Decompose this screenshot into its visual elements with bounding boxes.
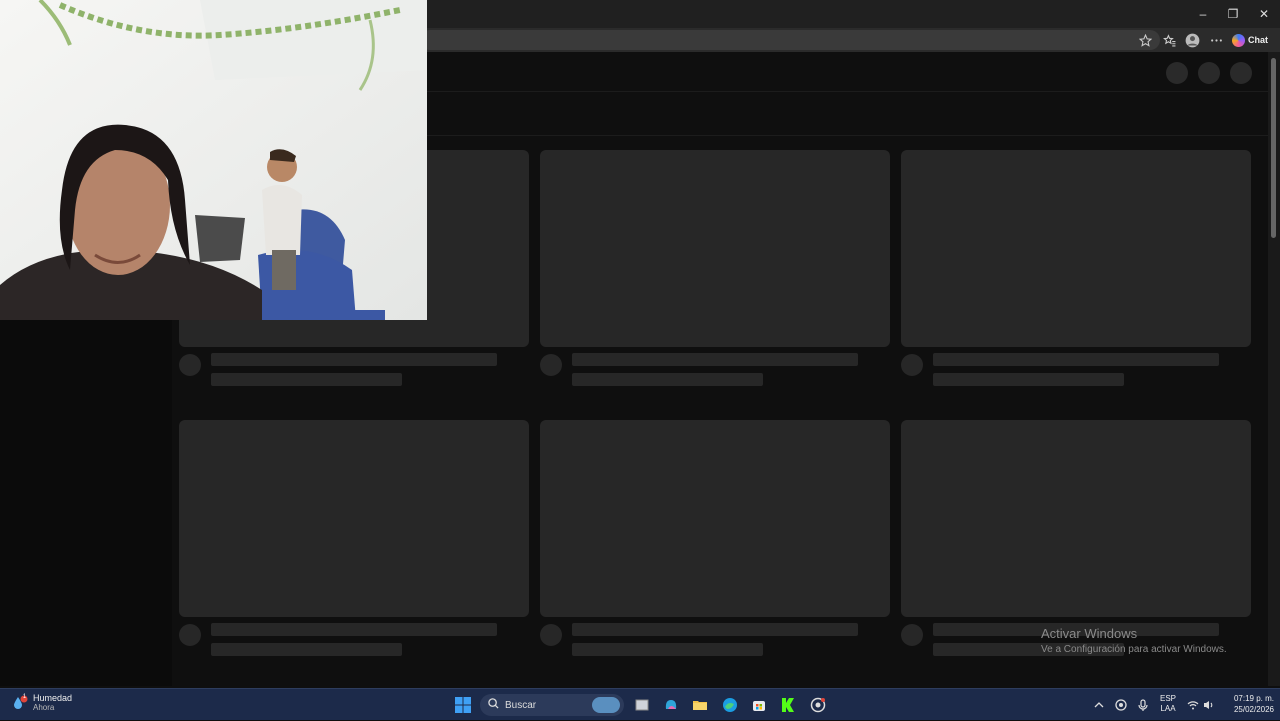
kick-icon[interactable] <box>776 693 800 717</box>
thumbnail-placeholder[interactable] <box>540 420 890 617</box>
copilot-icon <box>1232 33 1245 47</box>
thumbnail-placeholder[interactable] <box>901 150 1251 347</box>
star-icon[interactable] <box>1136 31 1154 49</box>
meta-line-placeholder <box>933 373 1124 386</box>
meta-line-placeholder <box>572 643 763 656</box>
header-button-placeholder[interactable] <box>1166 62 1188 84</box>
task-view-icon[interactable] <box>630 693 654 717</box>
language-indicator[interactable]: ESP LAA <box>1158 694 1178 714</box>
meta-line-placeholder <box>572 373 763 386</box>
favorites-icon[interactable] <box>1160 31 1178 49</box>
scrollbar[interactable] <box>1268 52 1280 686</box>
channel-avatar-placeholder <box>901 624 923 646</box>
watermark-title: Activar Windows <box>1041 626 1138 641</box>
language-bottom: LAA <box>1160 704 1176 713</box>
close-button[interactable]: ✕ <box>1249 0 1279 28</box>
webcam-image <box>0 0 427 320</box>
minimize-button[interactable]: – <box>1188 0 1218 28</box>
copilot-chat-button[interactable]: Chat <box>1232 31 1276 49</box>
volume-icon[interactable] <box>1203 689 1215 721</box>
thumbnail-placeholder[interactable] <box>901 420 1251 617</box>
title-line-placeholder <box>933 353 1219 366</box>
channel-avatar-placeholder <box>540 624 562 646</box>
channel-avatar-placeholder <box>540 354 562 376</box>
microphone-icon[interactable] <box>1138 689 1148 721</box>
language-top: ESP <box>1159 694 1176 703</box>
humidity-icon: 1 <box>12 694 28 711</box>
thumbnail-placeholder[interactable] <box>540 150 890 347</box>
clock-date: 25/02/2026 <box>1233 705 1274 714</box>
channel-avatar-placeholder <box>179 624 201 646</box>
channel-avatar-placeholder <box>179 354 201 376</box>
watermark-subtitle: Ve a Configuración para activar Windows. <box>1041 644 1227 655</box>
weather-widget[interactable]: 1 Humedad Ahora <box>12 693 72 713</box>
meta-line-placeholder <box>211 373 402 386</box>
wifi-icon[interactable] <box>1187 689 1199 721</box>
store-icon[interactable] <box>747 693 771 717</box>
thumbnail-placeholder[interactable] <box>179 420 529 617</box>
title-line-placeholder <box>211 623 497 636</box>
taskbar: 1 Humedad Ahora Buscar ESP LAA 07:19 p. … <box>0 688 1280 720</box>
activate-windows-watermark: Activar Windows Ve a Configuración para … <box>1041 626 1227 655</box>
webcam-overlay <box>0 0 427 320</box>
title-line-placeholder <box>211 353 497 366</box>
maximize-button[interactable]: ❐ <box>1218 0 1248 28</box>
title-line-placeholder <box>572 623 858 636</box>
weather-subtitle: Ahora <box>33 703 55 712</box>
address-bar[interactable] <box>420 30 1160 50</box>
edge-icon[interactable] <box>718 693 742 717</box>
weather-badge: 1 <box>22 694 27 700</box>
search-placeholder: Buscar <box>505 699 537 711</box>
chat-label: Chat <box>1248 35 1268 45</box>
search-highlight-icon <box>592 697 620 713</box>
onedrive-icon[interactable] <box>1115 689 1127 721</box>
search-icon <box>488 698 499 712</box>
copilot-app-icon[interactable] <box>659 693 683 717</box>
show-hidden-icons[interactable] <box>1094 689 1104 721</box>
channel-avatar-placeholder <box>901 354 923 376</box>
header-button-placeholder[interactable] <box>1198 62 1220 84</box>
chrome-icon[interactable] <box>806 693 830 717</box>
taskbar-search[interactable]: Buscar <box>480 694 624 716</box>
scrollbar-thumb[interactable] <box>1271 58 1276 238</box>
taskbar-clock[interactable]: 07:19 p. m. 25/02/2026 <box>1222 693 1274 715</box>
windows-start-icon[interactable] <box>451 693 475 717</box>
header-avatar-placeholder[interactable] <box>1230 62 1252 84</box>
title-line-placeholder <box>572 353 858 366</box>
more-icon[interactable] <box>1207 31 1225 49</box>
file-explorer-icon[interactable] <box>688 693 712 717</box>
weather-title: Humedad <box>33 693 73 703</box>
profile-icon[interactable] <box>1183 31 1201 49</box>
clock-time: 07:19 p. m. <box>1233 694 1274 703</box>
meta-line-placeholder <box>211 643 402 656</box>
